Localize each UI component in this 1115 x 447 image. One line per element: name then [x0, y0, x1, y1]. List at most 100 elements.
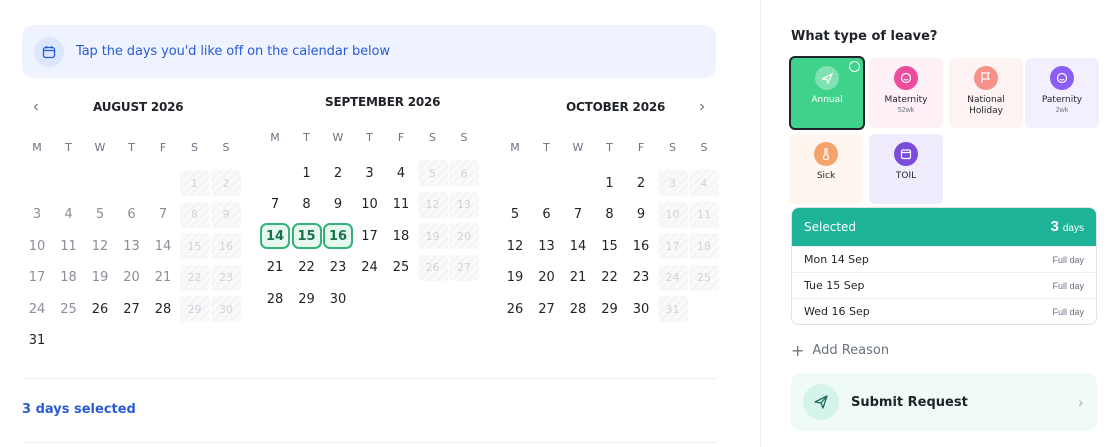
calendar-day[interactable]: 1 [292, 160, 322, 186]
calendar-day[interactable]: 25 [386, 255, 416, 281]
calendar-day[interactable]: 20 [532, 265, 562, 291]
calendar-day: 25 [689, 264, 719, 291]
calendar-day: 18 [689, 233, 719, 259]
weekday-label: T [543, 140, 550, 154]
calendar-day: 18 [60, 270, 77, 285]
calendar-day[interactable]: 23 [323, 255, 353, 281]
calendar-day[interactable]: 27 [117, 296, 147, 322]
calendar-day: 4 [64, 207, 73, 222]
selected-row: Tue 15 Sep Full day [792, 272, 1096, 298]
calendar-day[interactable]: 21 [563, 265, 593, 291]
calendar-day[interactable]: 3 [355, 160, 385, 186]
next-month-button[interactable]: › [692, 97, 712, 117]
selected-duration[interactable]: Full day [1052, 255, 1084, 265]
calendar-day[interactable]: 30 [626, 296, 656, 322]
calendar-day[interactable]: 30 [323, 286, 353, 312]
calendar-day[interactable]: 28 [148, 296, 178, 322]
calendar-day[interactable]: 24 [355, 255, 385, 281]
weekday-label: M [32, 140, 42, 154]
weekday-label: W [94, 140, 106, 154]
calendar-day[interactable]: 17 [355, 223, 385, 249]
calendar-day-selected[interactable]: 15 [291, 223, 322, 249]
calendar-day[interactable]: 16 [626, 233, 656, 259]
calendar-day[interactable]: 11 [386, 192, 416, 218]
calendar-day[interactable]: 1 [595, 170, 625, 196]
leave-type-national-holiday[interactable]: National Holiday [949, 58, 1023, 128]
calendar-day[interactable]: 7 [260, 192, 290, 218]
weekday-label: F [159, 140, 167, 154]
calendar-day[interactable]: 2 [626, 170, 656, 196]
calendar-day-selected[interactable]: 14 [260, 223, 290, 249]
leave-type-maternity[interactable]: Maternity 52wk [869, 58, 943, 128]
calendar-day[interactable]: 8 [595, 202, 625, 228]
calendar-day[interactable]: 26 [500, 296, 530, 322]
calendar-day[interactable]: 10 [355, 192, 385, 218]
leave-type-label: Annual [811, 95, 843, 105]
submit-request-button[interactable]: Submit Request › [791, 373, 1097, 431]
calendar-day: 26 [417, 254, 448, 281]
weekday-label: W [332, 130, 344, 144]
leave-type-toil[interactable]: TOIL [869, 134, 943, 204]
calendar-day[interactable]: 7 [563, 202, 593, 228]
calendar-day-selected[interactable]: 16 [323, 223, 353, 249]
add-reason-button[interactable]: + Add Reason [791, 341, 889, 360]
weekday-label: F [637, 140, 645, 154]
calendar-day[interactable]: 8 [292, 192, 322, 218]
leave-type-annual[interactable]: Annual [789, 56, 865, 130]
calendar-day[interactable]: 21 [260, 255, 290, 281]
leave-type-title: What type of leave? [791, 29, 938, 44]
leave-type-sick[interactable]: Sick [789, 134, 863, 204]
calendar-day[interactable]: 31 [22, 328, 52, 354]
calendar-day[interactable]: 22 [595, 265, 625, 291]
calendar-day[interactable]: 22 [292, 255, 322, 281]
calendar-day[interactable]: 6 [532, 202, 562, 228]
calendar-day[interactable]: 29 [595, 296, 625, 322]
calendar-day[interactable]: 28 [260, 286, 290, 312]
selected-duration[interactable]: Full day [1052, 281, 1084, 291]
selected-row: Mon 14 Sep Full day [792, 246, 1096, 272]
calendar-day[interactable]: 2 [323, 160, 353, 186]
plane-icon [815, 66, 839, 90]
calendar-day[interactable]: 12 [500, 233, 530, 259]
calendar-day[interactable]: 4 [386, 160, 416, 186]
calendar-day[interactable]: 15 [595, 233, 625, 259]
calendar-day[interactable]: 27 [532, 296, 562, 322]
calendar-day[interactable]: 28 [563, 296, 593, 322]
add-reason-label: Add Reason [812, 343, 890, 358]
leave-type-label: TOIL [895, 171, 917, 181]
calendar-day[interactable]: 23 [626, 265, 656, 291]
calendar-day: 12 [417, 191, 448, 218]
calendar-day: 24 [28, 301, 46, 317]
calendar-day[interactable]: 19 [500, 265, 530, 291]
weekday-label: W [572, 140, 584, 154]
calendar-day[interactable]: 13 [532, 233, 562, 259]
prev-month-button[interactable]: ‹ [26, 97, 46, 117]
calendar-day[interactable]: 29 [292, 286, 322, 312]
divider [22, 378, 716, 379]
selected-unit: days [1062, 223, 1084, 234]
leave-panel: What type of leave? Annual Maternity 52wk N… [760, 0, 1115, 447]
calendar-panel: Tap the days you'd like off on the calen… [0, 0, 760, 447]
calendar-day: 20 [449, 223, 479, 249]
month-title: AUGUST 2026 [93, 100, 184, 114]
leave-type-paternity[interactable]: Paternity 2wk [1025, 58, 1099, 128]
calendar-day: 6 [449, 160, 479, 186]
calendar-day[interactable]: 5 [500, 202, 530, 228]
calendar-day[interactable]: 9 [323, 192, 353, 218]
calendar-day: 10 [657, 201, 688, 228]
calendar-day: 13 [449, 191, 479, 218]
calendar-day[interactable]: 26 [85, 296, 115, 322]
thermometer-icon [814, 142, 838, 166]
selected-duration[interactable]: Full day [1052, 307, 1084, 317]
calendar-day[interactable]: 18 [386, 223, 416, 249]
calendar-day[interactable]: 9 [626, 202, 656, 228]
days-selected-text: 3 days selected [22, 402, 136, 417]
calendar-day[interactable]: 14 [563, 233, 593, 259]
calendar-day: 22 [179, 264, 210, 291]
calendar-day: 24 [657, 264, 688, 291]
leave-type-allowance: 2wk [1055, 107, 1069, 114]
check-circle-icon [849, 61, 860, 72]
leave-type-allowance: 52wk [897, 107, 915, 114]
calendar-day: 16 [211, 233, 241, 259]
leave-type-label: Sick [816, 171, 836, 181]
